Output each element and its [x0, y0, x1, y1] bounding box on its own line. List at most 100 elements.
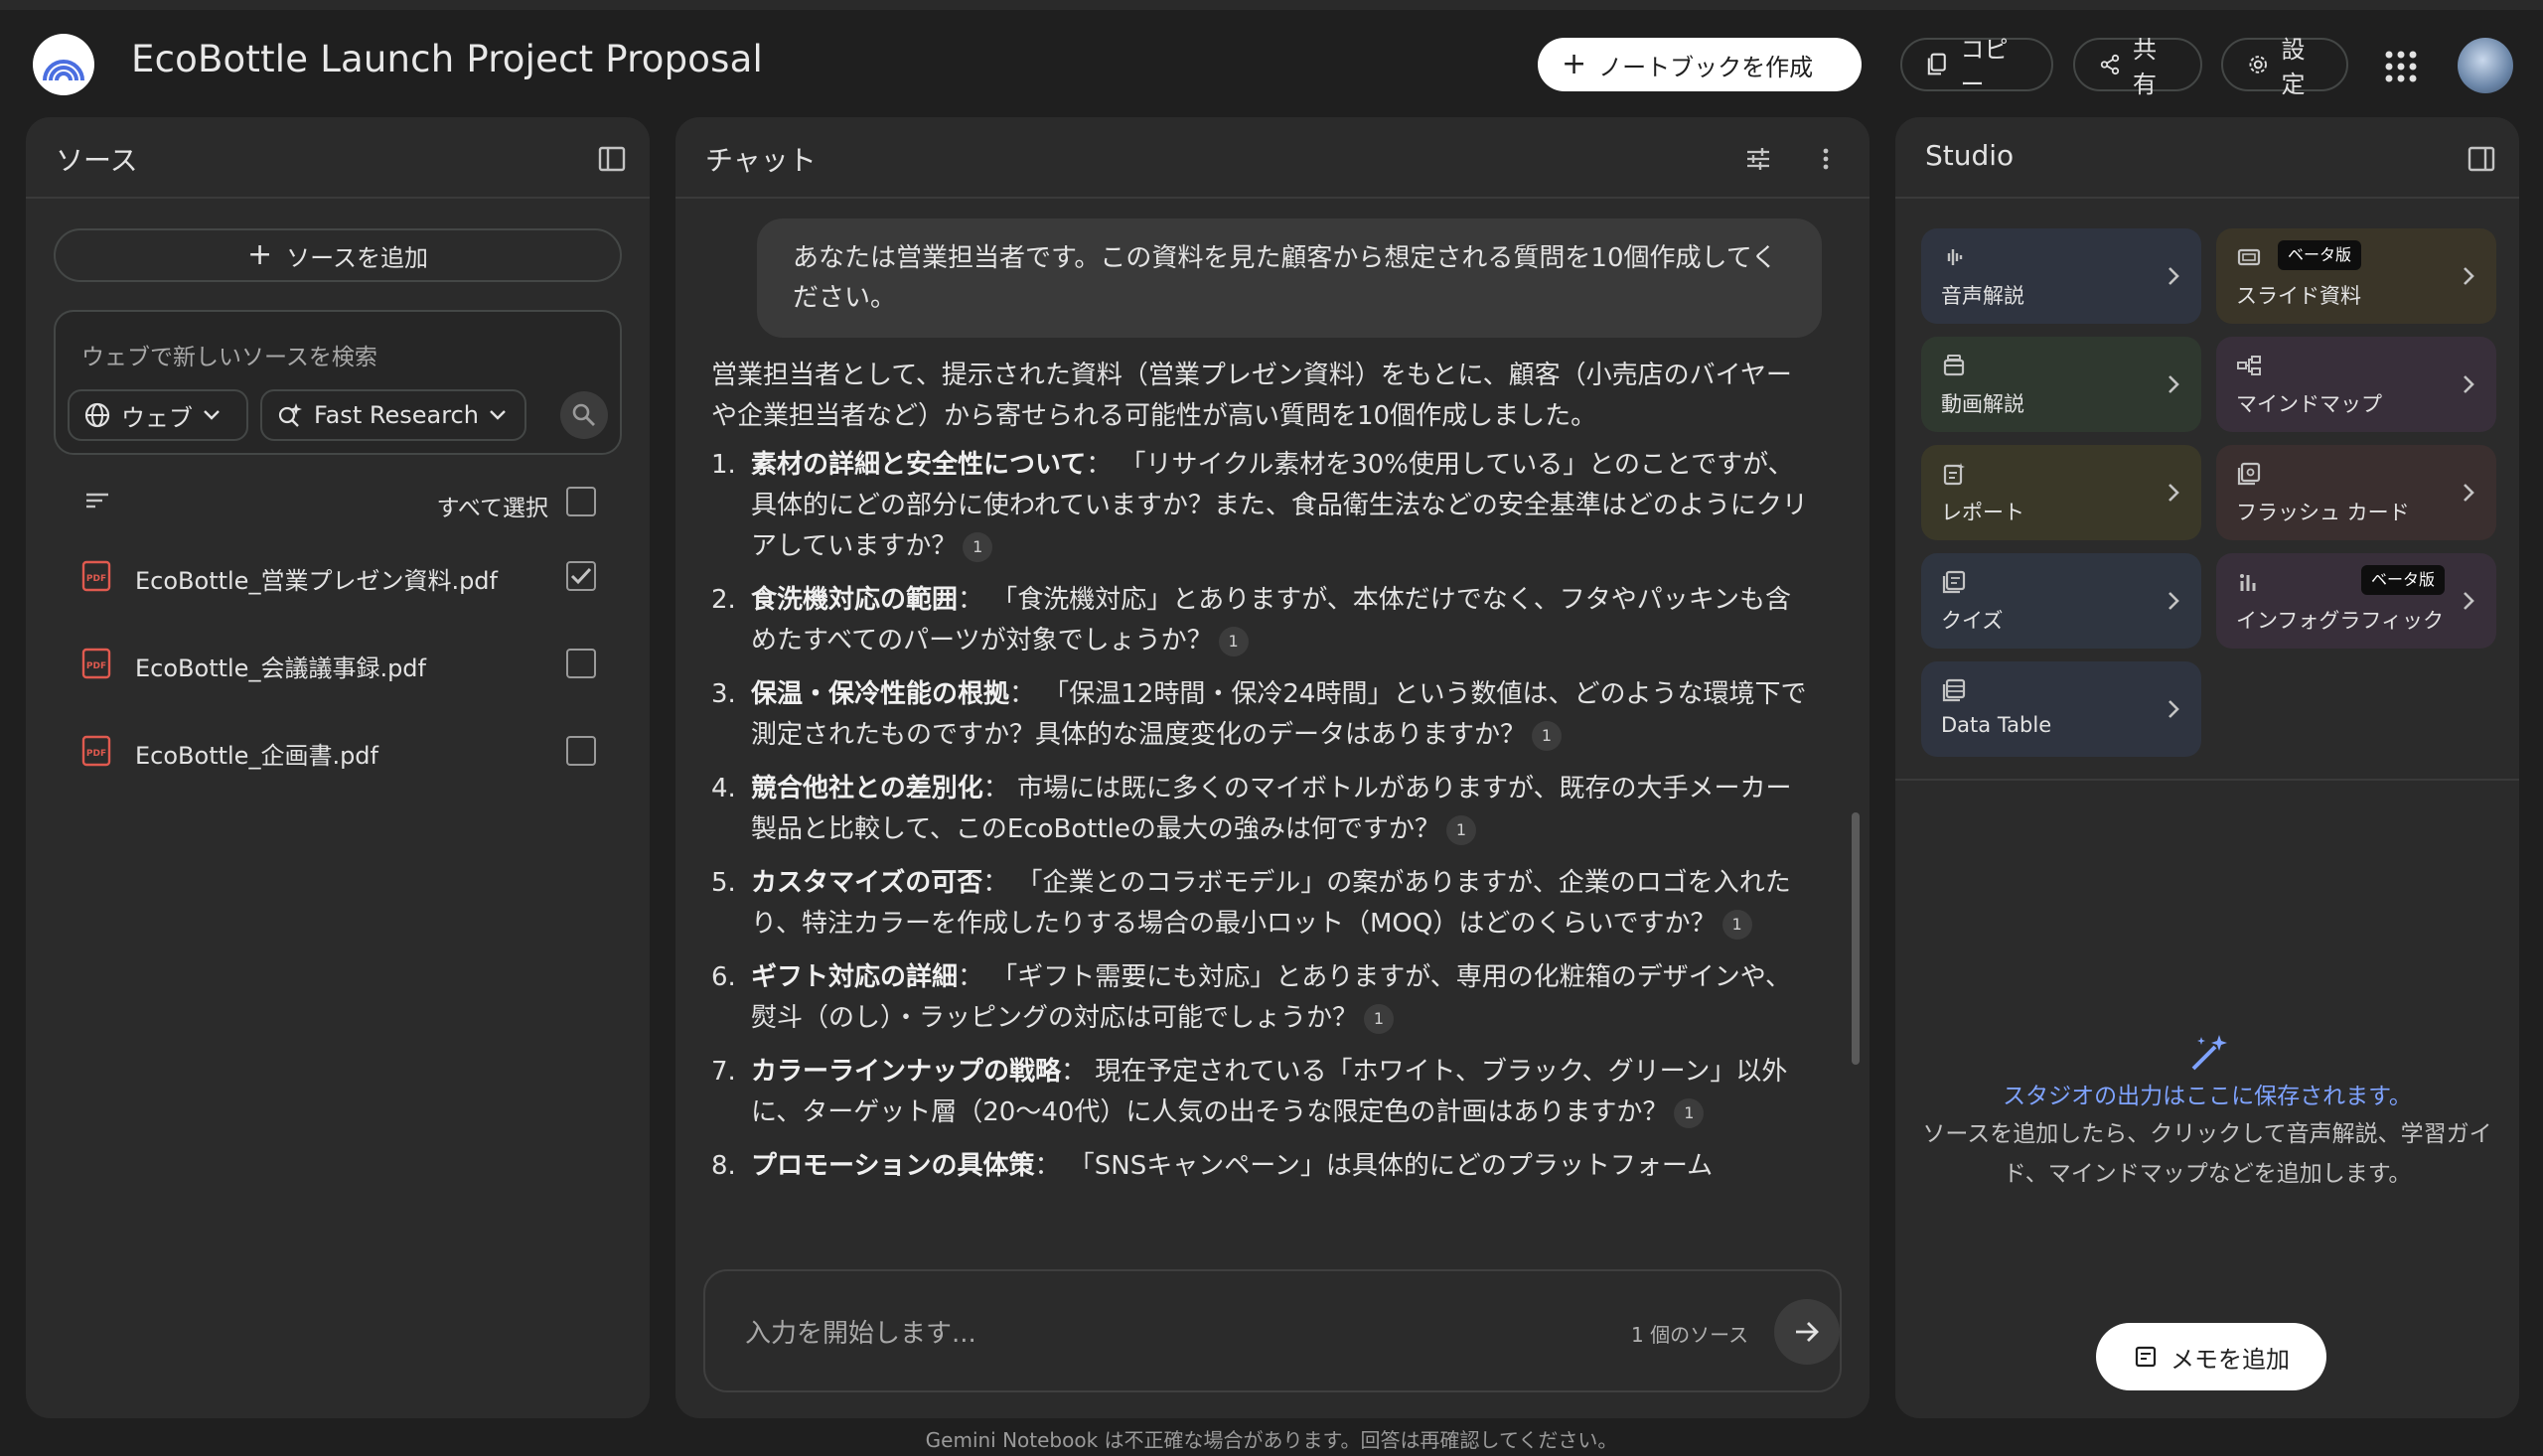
- source-item[interactable]: PDF EcoBottle_営業プレゼン資料.pdf: [26, 546, 650, 606]
- mindmap-icon: [2237, 356, 2261, 375]
- citation-chip[interactable]: 1: [1218, 626, 1249, 656]
- web-source-dropdown[interactable]: ウェブ: [68, 389, 248, 441]
- question-separator: ：: [958, 585, 992, 615]
- citation-chip[interactable]: 1: [1674, 1097, 1705, 1128]
- question-heading: カスタマイズの可否: [751, 868, 983, 898]
- chat-panel-header: チャット: [675, 117, 1870, 199]
- audio-waves-icon: [1947, 249, 1963, 265]
- share-button[interactable]: 共有: [2073, 36, 2202, 98]
- studio-tile[interactable]: フラッシュ カード: [2216, 445, 2496, 540]
- question-separator: ：: [1009, 679, 1044, 709]
- copy-icon: [1927, 53, 1946, 75]
- citation-chip[interactable]: 1: [1364, 1003, 1395, 1034]
- notebook-title[interactable]: EcoBottle Launch Project Proposal: [131, 38, 763, 80]
- studio-tile[interactable]: スライド資料 ベータ版: [2216, 228, 2496, 324]
- source-name: EcoBottle_企画書.pdf: [135, 742, 378, 770]
- question-separator: ：: [1061, 1057, 1096, 1087]
- studio-tile[interactable]: クイズ: [1921, 553, 2201, 649]
- studio-tile-label: 動画解説: [1941, 392, 2024, 416]
- studio-tile[interactable]: レポート: [1921, 445, 2201, 540]
- svg-text:PDF: PDF: [86, 749, 106, 759]
- source-item[interactable]: PDF EcoBottle_企画書.pdf: [26, 721, 650, 781]
- question-separator: ：: [1034, 1151, 1069, 1181]
- question-item: 3. 保温・保冷性能の根拠： 「保温12時間・保冷24時間」という数値は、どのよう…: [711, 674, 1814, 756]
- create-notebook-button[interactable]: + ノートブックを作成: [1538, 38, 1862, 91]
- select-all-checkbox[interactable]: [566, 487, 596, 516]
- chevron-right-icon: [2169, 267, 2179, 285]
- studio-empty-description: ソースを追加したら、クリックして音声解説、学習ガイド、マインドマップなどを追加し…: [1922, 1121, 2492, 1187]
- citation-chip[interactable]: 1: [963, 531, 993, 562]
- chevron-down-icon: [490, 410, 506, 420]
- source-checkbox[interactable]: [566, 736, 596, 766]
- source-item[interactable]: PDF EcoBottle_会議議事録.pdf: [26, 634, 650, 693]
- studio-tile[interactable]: 音声解説: [1921, 228, 2201, 324]
- web-search-input[interactable]: ウェブで新しいソースを検索: [81, 338, 377, 371]
- infographic-icon: [2240, 574, 2256, 591]
- user-message: あなたは営業担当者です。この資料を見た顧客から想定される質問を10個作成してくだ…: [757, 218, 1822, 338]
- chevron-right-icon: [2169, 592, 2179, 610]
- question-item: 5. カスタマイズの可否： 「企業とのコラボモデル」の案がありますが、企業のロゴを…: [711, 863, 1814, 945]
- studio-tile[interactable]: マインドマップ: [2216, 337, 2496, 432]
- question-body: 「SNSキャンペーン」は具体的にどのプラットフォーム: [1068, 1151, 1714, 1181]
- chevron-right-icon: [2169, 700, 2179, 718]
- search-submit-button[interactable]: [560, 391, 608, 439]
- studio-panel: Studio 音声解説 スライド資料 ベータ版 動画解説 マインドマップ レポート フラッシ…: [1895, 117, 2519, 1418]
- source-checkbox[interactable]: [566, 561, 596, 591]
- question-item: 6. ギフト対応の詳細： 「ギフト需要にも対応」とありますが、専用の化粧箱のデザイ…: [711, 957, 1814, 1039]
- chat-scrollbar[interactable]: [1852, 812, 1860, 1065]
- add-source-button[interactable]: + ソースを追加: [54, 228, 622, 282]
- question-item: 7. カラーラインナップの戦略： 現在予定されている「ホワイト、ブラック、グリーン…: [711, 1052, 1814, 1133]
- studio-tile[interactable]: 動画解説: [1921, 337, 2201, 432]
- account-avatar[interactable]: [2458, 38, 2513, 93]
- search-icon: [572, 403, 595, 426]
- question-separator: ：: [982, 868, 1017, 898]
- more-vert-icon[interactable]: [1810, 143, 1842, 175]
- pdf-file-icon: PDF: [81, 560, 111, 592]
- studio-tile-label: Data Table: [1941, 713, 2052, 737]
- pdf-file-icon: PDF: [81, 648, 111, 679]
- response-intro: 営業担当者として、提示された資料（営業プレゼン資料）をもとに、顧客（小売店のバイ…: [711, 361, 1792, 431]
- beta-badge: ベータ版: [2361, 565, 2446, 595]
- tune-settings-icon[interactable]: [1742, 143, 1774, 175]
- slides-icon: [2237, 248, 2261, 266]
- settings-button[interactable]: 設定: [2221, 36, 2348, 98]
- add-memo-label: メモを追加: [2170, 1345, 2290, 1374]
- apps-grid-icon[interactable]: [2384, 50, 2418, 83]
- plus-icon: +: [247, 237, 273, 272]
- question-number: 7.: [711, 1057, 736, 1087]
- collapse-panel-icon[interactable]: [2466, 143, 2497, 175]
- chat-title: チャット: [705, 144, 817, 177]
- question-separator: ：: [1086, 450, 1121, 480]
- chat-input[interactable]: 入力を開始します...: [745, 1313, 976, 1350]
- send-button[interactable]: [1774, 1299, 1840, 1365]
- question-number: 6.: [711, 962, 736, 992]
- citation-chip[interactable]: 1: [1532, 720, 1563, 751]
- question-heading: 素材の詳細と安全性について: [751, 450, 1087, 480]
- svg-text:PDF: PDF: [86, 574, 106, 584]
- source-checkbox[interactable]: [566, 649, 596, 678]
- studio-tile[interactable]: インフォグラフィック ベータ版: [2216, 553, 2496, 649]
- report-icon: [1943, 463, 1965, 486]
- notebook-logo-icon[interactable]: [33, 34, 94, 95]
- share-label: 共有: [2133, 36, 2157, 98]
- add-memo-button[interactable]: メモを追加: [2096, 1323, 2326, 1390]
- question-item: 8. プロモーションの具体策： 「SNSキャンペーン」は具体的にどのプラットフォー…: [711, 1146, 1814, 1187]
- window-top-strip: [0, 0, 2543, 10]
- collapse-panel-icon[interactable]: [596, 143, 628, 175]
- settings-label: 設定: [2281, 36, 2306, 98]
- citation-chip[interactable]: 1: [1721, 909, 1752, 940]
- add-source-label: ソースを追加: [286, 243, 428, 272]
- source-name: EcoBottle_会議議事録.pdf: [135, 655, 426, 682]
- research-mode-dropdown[interactable]: Fast Research: [260, 389, 526, 441]
- question-number: 5.: [711, 868, 736, 898]
- copy-button[interactable]: コピー: [1900, 36, 2053, 98]
- sources-panel-header: ソース: [26, 117, 650, 199]
- sort-filter-icon[interactable]: [83, 489, 111, 512]
- citation-chip[interactable]: 1: [1445, 814, 1476, 845]
- sources-title: ソース: [56, 144, 138, 177]
- studio-tile-label: マインドマップ: [2236, 392, 2382, 416]
- question-separator: ：: [958, 962, 992, 992]
- chat-composer: 入力を開始します... 1 個のソース: [703, 1269, 1842, 1392]
- studio-tile[interactable]: Data Table: [1921, 661, 2201, 757]
- chevron-down-icon: [204, 410, 220, 420]
